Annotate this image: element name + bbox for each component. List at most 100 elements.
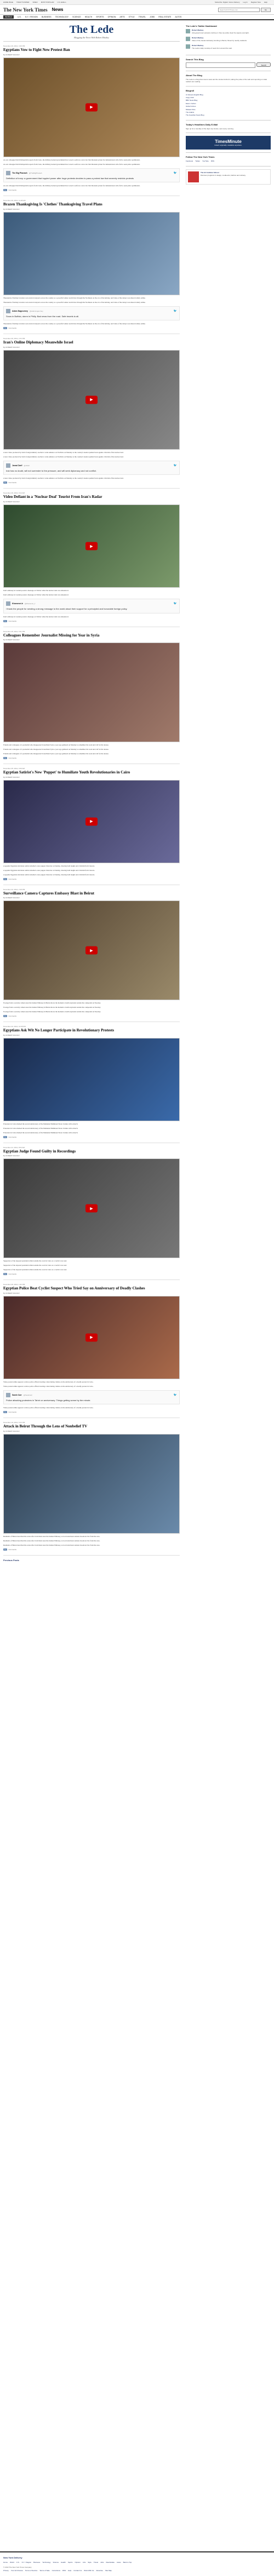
post-image[interactable]: ▶ bbox=[3, 1158, 180, 1259]
most-popular-link[interactable]: MOST POPULAR bbox=[41, 1, 54, 3]
footer-misc-link[interactable]: Corrections bbox=[52, 2569, 60, 2572]
embedded-tweet[interactable]: Adam Nagourney @adamnagourney 🐦 Snow in Buf… bbox=[3, 306, 180, 321]
tweet-handle[interactable]: @adamnagourney bbox=[30, 310, 43, 312]
post-comments[interactable]: ✎ Comments bbox=[3, 1273, 180, 1276]
footer-link[interactable]: U.S. bbox=[16, 2561, 20, 2564]
post-title[interactable]: Egyptians Ask Wit No Longer Participate … bbox=[3, 1029, 180, 1033]
help-link[interactable]: Help bbox=[264, 1, 267, 3]
comments-link[interactable]: Comments bbox=[9, 757, 17, 759]
post-comments[interactable]: ✎ Comments bbox=[3, 327, 180, 330]
video-play-icon[interactable]: ▶ bbox=[85, 817, 98, 826]
footer-link[interactable]: Sports bbox=[68, 2561, 73, 2564]
post-title[interactable]: Egyptians Vow to Fight New Protest Ban bbox=[3, 48, 180, 53]
nyt-logo[interactable]: The New York Times bbox=[3, 7, 48, 13]
post-comments[interactable]: ✎ Comments bbox=[3, 1015, 180, 1018]
post-comments[interactable]: ✎ Comments bbox=[3, 757, 180, 760]
home-page-link[interactable]: HOME PAGE bbox=[3, 1, 13, 3]
post-image[interactable] bbox=[3, 1434, 180, 1534]
post-title[interactable]: Iran's Online Diplomacy Meanwhile Israel bbox=[3, 341, 180, 345]
comments-link[interactable]: Comments bbox=[9, 1411, 17, 1413]
post-comments[interactable]: ✎ Comments bbox=[3, 877, 180, 880]
nav-item-arts[interactable]: ARTS bbox=[119, 16, 124, 18]
post-image[interactable]: ▶ bbox=[3, 779, 180, 863]
sidebar-tweet[interactable]: Robert Mackey Video of the Iranian Embass… bbox=[186, 36, 271, 42]
nav-item-n-y-region[interactable]: N.Y. / REGION bbox=[25, 16, 38, 18]
nav-item-real-estate[interactable]: REAL ESTATE bbox=[158, 16, 171, 18]
post-title[interactable]: Attack in Beirut Through the Lens of Non… bbox=[3, 1425, 180, 1429]
follow-rss-link[interactable]: RSS bbox=[211, 160, 214, 163]
post-title[interactable]: Brazen Thanksgiving Is 'Clothes' Thanksg… bbox=[3, 202, 180, 207]
blog-search-input[interactable] bbox=[186, 62, 256, 68]
post-image[interactable] bbox=[3, 211, 180, 295]
footer-link[interactable]: Autos bbox=[117, 2561, 121, 2564]
comments-link[interactable]: Comments bbox=[9, 1273, 17, 1275]
post-comments[interactable]: ✎ Comments bbox=[3, 481, 180, 484]
video-play-icon[interactable]: ▶ bbox=[85, 1333, 98, 1342]
blogroll-link[interactable]: The Guardian News Blog bbox=[186, 114, 271, 117]
blog-search-button[interactable]: Search bbox=[256, 62, 271, 67]
footer-link[interactable]: Real Estate bbox=[106, 2561, 115, 2564]
post-title[interactable]: Egyptian Police Beat Cyclist Suspect Who… bbox=[3, 1287, 180, 1291]
nav-item-opinion[interactable]: OPINION bbox=[108, 16, 116, 18]
post-comments[interactable]: ✎ Comments bbox=[3, 619, 180, 622]
footer-misc-link[interactable]: Help bbox=[68, 2569, 71, 2572]
footer-misc-link[interactable]: Work With Us bbox=[84, 2569, 94, 2572]
todays-paper-link[interactable]: TODAY'S PAPER bbox=[16, 1, 29, 3]
previous-posts-link[interactable]: Previous Posts bbox=[3, 1559, 180, 1562]
post-image[interactable]: ▶ bbox=[3, 57, 180, 157]
post-title[interactable]: Egyptian Judge Found Guilty in Recording… bbox=[3, 1149, 180, 1154]
footer-link[interactable]: Opinion bbox=[75, 2561, 81, 2564]
tweet-handle[interactable]: @Sarahcarr bbox=[24, 1394, 32, 1396]
footer-misc-link[interactable]: Terms of Service bbox=[25, 2569, 37, 2572]
timesminute-ad[interactable]: TimesMinute Instant originality. Availab… bbox=[186, 133, 271, 152]
sidebar-tweet[interactable]: Robert Mackey The Lede's daily roundup of… bbox=[186, 44, 271, 50]
home-delivery-link[interactable]: New York Delivery bbox=[3, 2556, 271, 2560]
register-link[interactable]: Register Now bbox=[251, 1, 261, 3]
comments-link[interactable]: Comments bbox=[9, 481, 17, 484]
nav-item-world[interactable]: WORLD bbox=[3, 15, 14, 19]
footer-misc-link[interactable]: Terms of Sale bbox=[39, 2569, 49, 2572]
tweet-handle[interactable]: @JZarif bbox=[24, 464, 30, 467]
embedded-tweet[interactable]: Khamenei.ir @khamenei_ir 🐦 I thank the peop… bbox=[3, 599, 180, 613]
embedded-tweet[interactable]: Javad Zarif @JZarif 🐦 Iran has no doubt, wi… bbox=[3, 460, 180, 475]
subscribe-link[interactable]: Subscribe: Digital / Home Delivery bbox=[215, 1, 240, 3]
nav-item-business[interactable]: BUSINESS bbox=[42, 16, 52, 18]
follow-twitter-link[interactable]: Twitter bbox=[195, 160, 200, 163]
post-image[interactable]: ▶ bbox=[3, 1295, 180, 1379]
footer-link[interactable]: Travel bbox=[94, 2561, 98, 2564]
post-image[interactable]: ▶ bbox=[3, 349, 180, 450]
post-image[interactable] bbox=[3, 642, 180, 743]
footer-misc-link[interactable]: Advertise bbox=[96, 2569, 103, 2572]
tweet-author-name[interactable]: The Big Pharaoh bbox=[12, 172, 27, 174]
tweet-author-name[interactable]: Adam Nagourney bbox=[12, 310, 28, 312]
embedded-tweet[interactable]: Sarah Carr @Sarahcarr 🐦 Police attacking pr… bbox=[3, 1390, 180, 1405]
nav-item-travel[interactable]: TRAVEL bbox=[139, 16, 146, 18]
nav-item-sports[interactable]: SPORTS bbox=[96, 16, 104, 18]
footer-link[interactable]: Home bbox=[3, 2561, 8, 2564]
post-image[interactable]: ▶ bbox=[3, 900, 180, 1001]
comments-link[interactable]: Comments bbox=[9, 189, 17, 191]
sidebar-tweet[interactable]: Robert Mackey Anti-government protests co… bbox=[186, 29, 271, 35]
footer-link[interactable]: Business bbox=[33, 2561, 40, 2564]
login-link[interactable]: Log In bbox=[243, 1, 247, 3]
edition-link[interactable]: U.S. Edition bbox=[58, 1, 66, 3]
tweet-author-name[interactable]: Khamenei.ir bbox=[12, 603, 23, 605]
footer-misc-link[interactable]: Your Ad Choices bbox=[11, 2569, 23, 2572]
post-title[interactable]: Colleagues Remember Journalist Missing f… bbox=[3, 633, 180, 638]
nav-item-health[interactable]: HEALTH bbox=[85, 16, 93, 18]
video-play-icon[interactable]: ▶ bbox=[85, 946, 98, 955]
blog-title[interactable]: The Lede bbox=[3, 24, 180, 36]
footer-link[interactable]: Arts bbox=[83, 2561, 85, 2564]
post-title[interactable]: Surveillance Camera Captures Embassy Bla… bbox=[3, 891, 180, 896]
nav-item-science[interactable]: SCIENCE bbox=[72, 16, 81, 18]
footer-link[interactable]: Health bbox=[61, 2561, 66, 2564]
embedded-tweet[interactable]: The Big Pharaoh @TheBigPharaoh 🐦 Definition… bbox=[3, 168, 180, 183]
nav-item-jobs[interactable]: JOBS bbox=[150, 16, 155, 18]
tweet-handle[interactable]: @khamenei_ir bbox=[25, 603, 35, 605]
footer-link[interactable]: Jobs bbox=[100, 2561, 104, 2564]
video-play-icon[interactable]: ▶ bbox=[85, 542, 98, 550]
footer-misc-link[interactable]: RSS bbox=[62, 2569, 66, 2572]
comments-link[interactable]: Comments bbox=[9, 1548, 17, 1551]
footer-misc-link[interactable]: Contact Us bbox=[73, 2569, 82, 2572]
post-comments[interactable]: ✎ Comments bbox=[3, 1411, 180, 1414]
